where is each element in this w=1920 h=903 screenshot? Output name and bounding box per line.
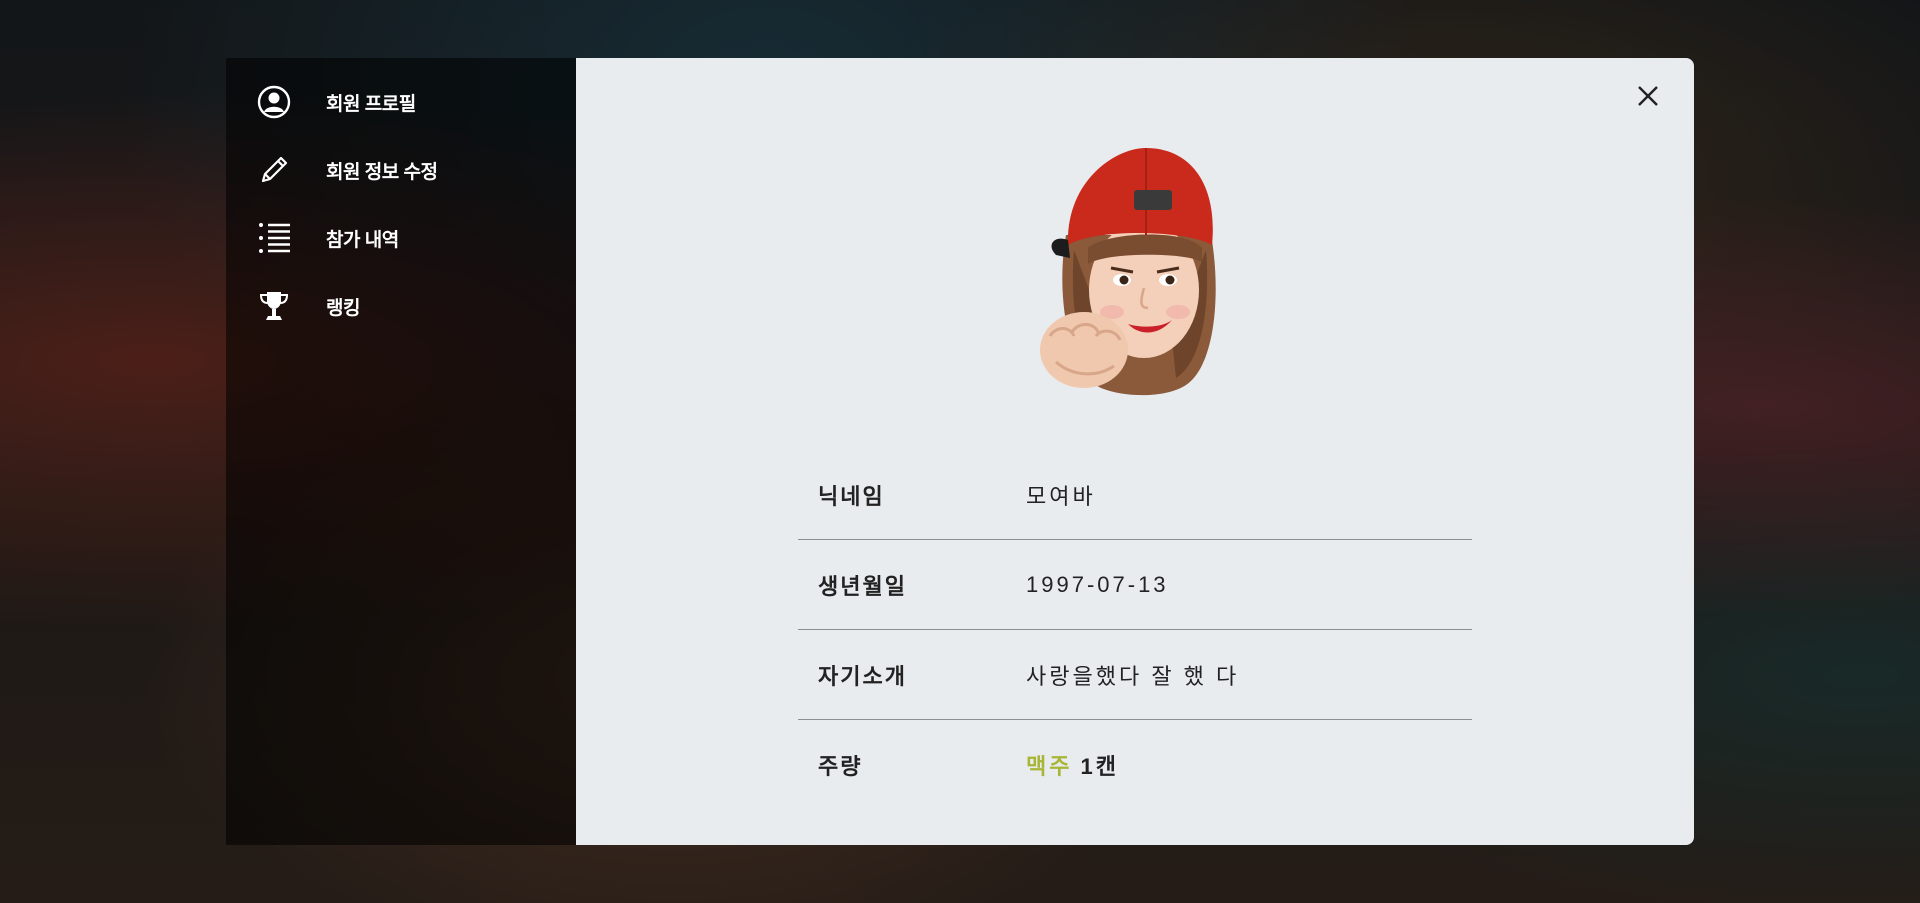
intro-value: 사랑을했다 잘 했 다: [1026, 663, 1240, 689]
sidebar-item-profile[interactable]: 회원 프로필: [226, 68, 576, 136]
sidebar-item-history[interactable]: 참가 내역: [226, 204, 576, 272]
sidebar-item-label: 회원 프로필: [326, 93, 416, 115]
drink-type: 맥주: [1026, 754, 1073, 779]
drinking-label: 주량: [818, 754, 863, 779]
avatar: [1016, 140, 1256, 410]
close-button[interactable]: [1630, 78, 1666, 114]
info-row-intro: 자기소개 사랑을했다 잘 했 다: [798, 630, 1472, 720]
nickname-value: 모여바: [1026, 483, 1096, 509]
user-circle-icon: [256, 84, 292, 120]
drinking-value: 맥주 1캔: [1026, 749, 1119, 781]
birthdate-label: 생년월일: [818, 573, 907, 599]
info-row-drinking: 주량 맥주 1캔: [798, 720, 1472, 810]
sidebar-item-label: 참가 내역: [326, 229, 399, 251]
drink-amount: 1캔: [1080, 754, 1119, 779]
sidebar-menu: 회원 프로필 회원 정보 수정 참가 내역 랭킹: [226, 58, 576, 845]
info-row-nickname: 닉네임 모여바: [798, 450, 1472, 540]
pencil-icon: [256, 152, 292, 188]
intro-label: 자기소개: [818, 663, 907, 689]
close-icon: [1638, 86, 1658, 106]
profile-info-table: 닉네임 모여바 생년월일 1997-07-13 자기소개 사랑을했다 잘 했 다…: [798, 450, 1472, 810]
profile-modal: 닉네임 모여바 생년월일 1997-07-13 자기소개 사랑을했다 잘 했 다…: [576, 58, 1694, 845]
list-icon: [256, 220, 292, 256]
sidebar-item-label: 회원 정보 수정: [326, 161, 438, 183]
sidebar-item-label: 랭킹: [326, 297, 360, 319]
trophy-icon: [256, 288, 292, 324]
birthdate-value: 1997-07-13: [1026, 571, 1169, 597]
info-row-birthdate: 생년월일 1997-07-13: [798, 540, 1472, 630]
sidebar-item-ranking[interactable]: 랭킹: [226, 272, 576, 340]
sidebar-item-edit-info[interactable]: 회원 정보 수정: [226, 136, 576, 204]
nickname-label: 닉네임: [818, 483, 885, 509]
